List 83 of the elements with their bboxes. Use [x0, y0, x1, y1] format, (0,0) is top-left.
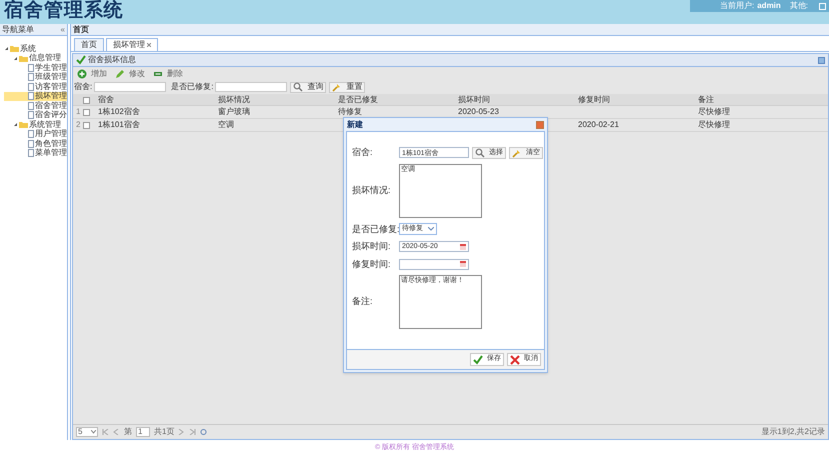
expanded-arrow-icon [13, 122, 18, 128]
tree-item[interactable]: 访客管理 [4, 82, 67, 92]
tree-item[interactable]: 学生管理 [4, 63, 67, 72]
window-icon [819, 2, 826, 10]
table-cell-text: 2020-02-21 [577, 119, 620, 131]
next-page-icon [178, 429, 186, 435]
page-size-dropdown[interactable]: 5 [76, 427, 98, 437]
delete-button[interactable]: 删除 [153, 68, 183, 80]
tab[interactable]: 首页 [74, 38, 104, 51]
brush-icon [512, 148, 522, 158]
table-cell-text: 尽快修理 [697, 106, 731, 118]
table-cell-text: 1栋102宿舍 [97, 106, 141, 118]
total-pages: 共1页 [154, 426, 174, 438]
dialog-title: 新建 [347, 118, 363, 130]
column-header: 是否已修复 [337, 94, 379, 106]
collapse-button[interactable]: « [60, 24, 65, 36]
tree-item[interactable]: 班级管理 [4, 72, 67, 82]
calendar-icon [460, 261, 466, 268]
field-label: 损坏情况: [352, 184, 392, 197]
page-label: 第 [124, 426, 132, 438]
add-icon [77, 68, 87, 78]
table-cell-text: 待修复 [337, 106, 363, 118]
cross-icon [510, 354, 520, 364]
add-button[interactable]: 增加 [77, 68, 107, 80]
table-cell-text: 2020-05-23 [457, 106, 500, 118]
other-label: 其他: [790, 0, 808, 12]
close-button[interactable] [536, 120, 544, 128]
tree-item[interactable]: 系统 [4, 44, 67, 54]
field-label: 备注: [352, 295, 374, 308]
first-page-icon [102, 429, 109, 435]
field-label: 宿舍: [352, 146, 374, 159]
tree-item[interactable]: 信息管理 [4, 54, 67, 63]
tree-item[interactable]: 系统管理 [4, 120, 67, 130]
table-cell-text: 1栋101宿舍 [97, 119, 141, 131]
table-cell-text: 窗户玻璃 [217, 106, 251, 118]
search-field[interactable] [94, 82, 166, 92]
search-label: 是否已修复: [171, 81, 214, 93]
column-header: 宿舍 [97, 94, 115, 106]
collapse-icon [818, 56, 825, 64]
search-icon [293, 82, 304, 92]
tree-item[interactable]: 宿舍管理 [4, 101, 67, 110]
date-field[interactable] [399, 258, 469, 270]
brush-icon [332, 82, 342, 92]
header-checkbox[interactable] [83, 96, 90, 104]
page-field[interactable]: 1 [136, 427, 150, 437]
search-field[interactable] [215, 82, 288, 92]
column-header: 修复时间 [577, 94, 611, 106]
tree-item[interactable]: 菜单管理 [4, 148, 67, 158]
folder-icon [19, 121, 28, 128]
panel-title: 宿舍损坏信息 [88, 54, 136, 66]
table-cell-text: 空调 [217, 119, 235, 131]
previous-page-icon [113, 429, 120, 435]
row-number: 1 [75, 106, 82, 118]
last-page-icon [189, 429, 196, 435]
search-icon [475, 148, 485, 158]
search-label: 宿舍: [74, 81, 92, 93]
checkmark-icon [473, 354, 483, 364]
user-label: 当前用户: [720, 0, 754, 12]
main-title: 首页 [73, 24, 89, 36]
column-header: 损坏时间 [457, 94, 491, 106]
refresh-icon [200, 429, 208, 435]
row-checkbox[interactable] [83, 108, 90, 116]
close-icon [147, 43, 151, 47]
tree-item[interactable]: 宿舍评分 [4, 110, 67, 120]
row-number: 2 [75, 119, 82, 131]
edit-button[interactable]: 修改 [115, 68, 145, 80]
tab[interactable]: 损坏管理 [106, 38, 158, 51]
field-label: 损坏时间: [352, 240, 392, 253]
sidebar-title: 导航菜单 [2, 24, 34, 36]
column-header: 备注 [697, 94, 715, 106]
row-checkbox[interactable] [83, 122, 90, 128]
pager-summary: 显示1到2,共2记录 [761, 426, 825, 438]
calendar-icon [460, 244, 466, 250]
tree-item[interactable]: 损坏管理 [4, 92, 67, 101]
tree-item[interactable]: 角色管理 [4, 139, 67, 148]
table-cell-text: 尽快修理 [697, 119, 731, 131]
checkmark-icon [76, 55, 86, 65]
field-label: 修复时间: [352, 258, 392, 270]
tree-item[interactable]: 用户管理 [4, 130, 67, 139]
column-header: 损坏情况 [217, 94, 251, 106]
search-button[interactable]: 查询 [290, 82, 326, 92]
reset-button[interactable]: 重置 [329, 82, 366, 92]
user-name: admin [757, 0, 781, 12]
